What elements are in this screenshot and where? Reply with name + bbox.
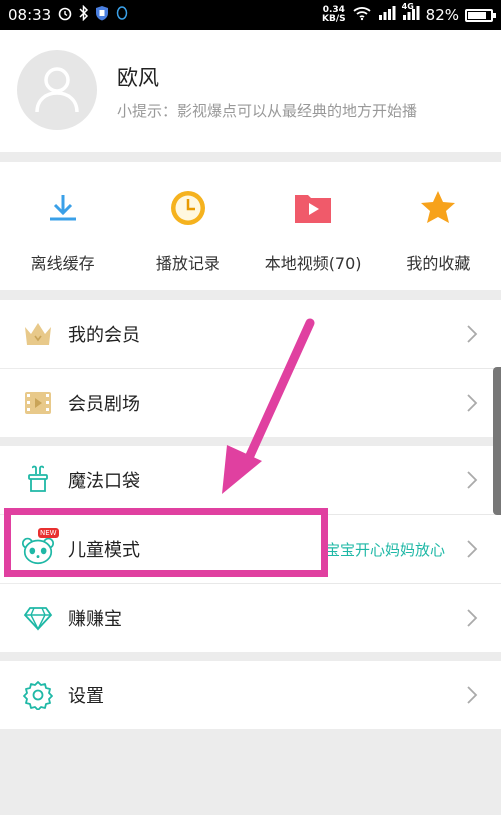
quick-label: 播放记录: [155, 254, 220, 273]
menu-vip-theater[interactable]: 会员剧场: [0, 369, 501, 437]
film-icon: [20, 385, 56, 421]
username: 欧风: [117, 66, 159, 90]
menu-label: 赚赚宝: [68, 609, 122, 630]
folder-play-icon: [291, 186, 335, 230]
star-icon: [416, 186, 460, 230]
clock-icon: [166, 186, 210, 230]
user-silhouette-icon: [35, 67, 79, 113]
chevron-right-icon: [467, 471, 478, 489]
signal-icon: [378, 5, 396, 25]
chevron-right-icon: [467, 325, 478, 343]
signal-4g-icon: 4G: [401, 2, 420, 25]
menu-my-membership[interactable]: 我的会员: [0, 300, 501, 368]
quick-actions: 离线缓存 播放记录 本地视频(70) 我的收藏: [0, 162, 501, 290]
highlight-annotation-box: [4, 508, 328, 577]
battery-icon: [465, 8, 496, 22]
chevron-right-icon: [467, 686, 478, 704]
magic-hat-icon: [20, 462, 56, 498]
menu-label: 我的会员: [68, 325, 140, 346]
chevron-right-icon: [467, 394, 478, 412]
status-time: 08:33: [8, 6, 52, 24]
scrollbar-thumb[interactable]: [493, 367, 501, 515]
diamond-icon: [20, 600, 56, 636]
network-speed: 0.34 KB/S: [322, 6, 346, 24]
avatar[interactable]: [17, 50, 97, 130]
network-type: 4G: [401, 2, 414, 11]
menu-label: 魔法口袋: [68, 471, 140, 492]
menu-magic-pocket[interactable]: 魔法口袋: [0, 446, 501, 514]
menu-settings[interactable]: 设置: [0, 661, 501, 729]
crown-icon: [20, 316, 56, 352]
profile-tip: 小提示：影视爆点可以从最经典的地方开始播: [117, 102, 418, 120]
battery-fill: [468, 11, 487, 19]
chevron-right-icon: [467, 540, 478, 558]
chevron-right-icon: [467, 609, 478, 627]
status-bar: 08:33 0.34 KB/S 4G 82%: [0, 0, 501, 30]
quick-label: 我的收藏: [406, 254, 471, 273]
menu-earn[interactable]: 赚赚宝: [0, 584, 501, 652]
bluetooth-icon: [79, 4, 89, 25]
profile-card[interactable]: 欧风 小提示：影视爆点可以从最经典的地方开始播: [0, 30, 501, 152]
menu-label: 会员剧场: [68, 394, 140, 415]
alarm-icon: [57, 5, 73, 25]
gear-icon: [20, 677, 56, 713]
battery-percent: 82%: [425, 6, 459, 24]
quick-label: 离线缓存: [30, 254, 95, 273]
wifi-icon: [352, 5, 372, 25]
qq-icon: [115, 5, 129, 25]
quick-offline-cache[interactable]: 离线缓存: [0, 162, 125, 290]
quick-local-video[interactable]: 本地视频(70): [251, 162, 376, 290]
quick-favorites[interactable]: 我的收藏: [376, 162, 501, 290]
kids-mode-subtitle: 宝宝开心妈妈放心: [324, 540, 445, 559]
quick-label: 本地视频(70): [264, 254, 362, 273]
download-icon: [41, 186, 85, 230]
menu-label: 设置: [68, 686, 104, 707]
network-speed-unit: KB/S: [322, 14, 346, 24]
shield-icon: [95, 5, 109, 25]
quick-play-history[interactable]: 播放记录: [125, 162, 250, 290]
